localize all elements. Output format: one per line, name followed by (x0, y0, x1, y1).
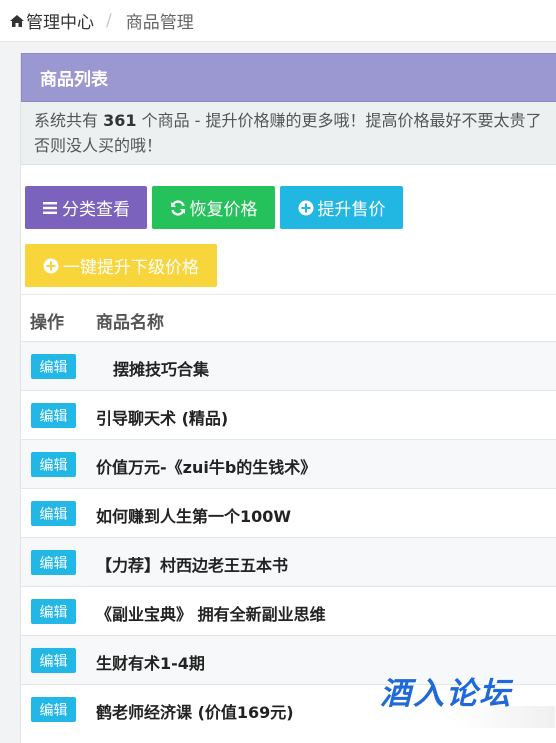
product-name: 价值万元-《zui牛b的生钱术》 (96, 458, 317, 477)
edit-button[interactable]: 编辑 (31, 354, 76, 379)
edit-button[interactable]: 编辑 (31, 648, 76, 673)
list-icon (42, 201, 58, 215)
column-header-op: 操作 (30, 313, 64, 333)
restore-price-button[interactable]: 恢复价格 (152, 186, 275, 229)
notice-prefix: 系统共有 (34, 111, 104, 130)
edit-button[interactable]: 编辑 (31, 599, 76, 624)
table-row: 编辑 【力荐】村西边老王五本书 (21, 537, 556, 586)
product-name: 生财有术1-4期 (96, 654, 205, 673)
category-view-label: 分类查看 (62, 200, 130, 220)
home-icon (9, 13, 25, 29)
table-row: 编辑 价值万元-《zui牛b的生钱术》 (21, 439, 556, 488)
table-row: 编辑 引导聊天术 (精品) (21, 390, 556, 439)
refresh-icon (170, 199, 186, 216)
table-row: 编辑 如何赚到人生第一个100W (21, 488, 556, 537)
breadcrumb-current: 商品管理 (125, 13, 194, 33)
plus-circle-icon (43, 258, 59, 274)
table-row: 编辑 摆摊技巧合集 (21, 341, 556, 390)
product-name: 鹤老师经济课 (价值169元) (96, 703, 294, 722)
product-name: 《副业宝典》 拥有全新副业思维 (96, 605, 326, 624)
table-row: 编辑 《副业宝典》 拥有全新副业思维 (21, 586, 556, 635)
edit-button[interactable]: 编辑 (31, 452, 76, 477)
raise-sub-price-label: 一键提升下级价格 (63, 258, 199, 278)
category-view-button[interactable]: 分类查看 (25, 186, 147, 229)
panel-title: 商品列表 (21, 53, 556, 102)
plus-circle-icon (298, 200, 314, 216)
edit-button[interactable]: 编辑 (31, 697, 76, 722)
raise-price-label: 提升售价 (317, 200, 386, 220)
breadcrumb-home-label[interactable]: 管理中心 (26, 8, 94, 33)
product-name: 引导聊天术 (精品) (96, 409, 229, 428)
column-header-name: 商品名称 (96, 313, 164, 333)
raise-sub-price-button[interactable]: 一键提升下级价格 (25, 244, 217, 287)
edit-button[interactable]: 编辑 (31, 501, 76, 526)
product-name: 【力荐】村西边老王五本书 (96, 556, 289, 575)
table-header: 操作 商品名称 (21, 294, 556, 341)
breadcrumb-home-link[interactable]: 管理中心 (9, 8, 94, 33)
breadcrumb: 管理中心 / 商品管理 (0, 0, 556, 42)
raise-price-button[interactable]: 提升售价 (280, 186, 403, 229)
breadcrumb-separator: / (106, 10, 112, 31)
edit-button[interactable]: 编辑 (31, 403, 76, 428)
watermark-decoration (455, 706, 555, 728)
edit-button[interactable]: 编辑 (31, 550, 76, 575)
product-count-notice: 系统共有 361 个商品 - 提升价格赚的更多哦！提高价格最好不要太贵了否则没人… (21, 102, 556, 165)
restore-price-label: 恢复价格 (189, 200, 258, 220)
product-name: 如何赚到人生第一个100W (96, 507, 292, 526)
product-count: 361 (103, 111, 137, 130)
product-list-panel: 商品列表 系统共有 361 个商品 - 提升价格赚的更多哦！提高价格最好不要太贵… (20, 53, 556, 743)
product-name: 摆摊技巧合集 (113, 360, 210, 379)
